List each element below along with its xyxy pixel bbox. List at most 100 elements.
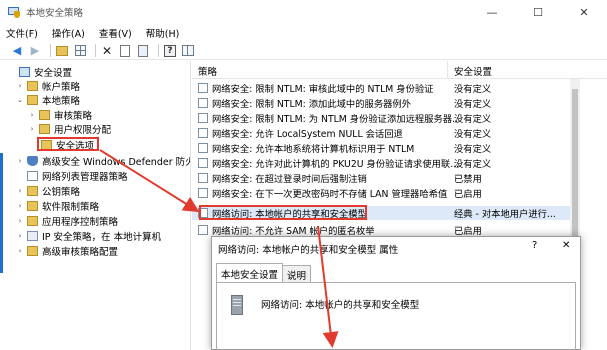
local-security-policy-icon bbox=[8, 6, 20, 18]
policy-name: 网络安全: 在下一次更改密码时不存储 LAN 管理器哈希值 bbox=[212, 189, 448, 200]
tree-item-account-policies[interactable]: › 帐户策略 bbox=[16, 79, 80, 93]
policy-icon bbox=[198, 113, 208, 123]
policy-setting: 已启用 bbox=[454, 189, 482, 200]
tree-item-label: 网络列表管理器策略 bbox=[42, 172, 128, 183]
list-row[interactable]: 网络安全: 允许对此计算机的 PKU2U 身份验证请求使用联... 没有定义 bbox=[192, 156, 572, 170]
expand-arrow-icon[interactable]: › bbox=[16, 217, 24, 225]
expand-arrow-icon[interactable]: › bbox=[16, 202, 24, 210]
expand-arrow-icon[interactable]: › bbox=[16, 157, 24, 165]
list-row[interactable]: 网络安全: 限制 NTLM: 审核此域中的 NTLM 身份验证 没有定义 bbox=[192, 81, 572, 95]
properties-dialog: 网络访问: 本地帐户的共享和安全模型 属性 ? ✕ 本地安全设置 说明 网络访问… bbox=[211, 236, 581, 350]
show-tree-icon[interactable] bbox=[73, 44, 87, 58]
tab-panel: 网络访问: 本地帐户的共享和安全模型 bbox=[216, 282, 576, 350]
toolbar: ◀ ▶ ✕ ? bbox=[0, 42, 607, 60]
expand-arrow-icon[interactable]: › bbox=[16, 247, 24, 255]
tree-item-advanced-audit[interactable]: › 高级审核策略配置 bbox=[16, 244, 118, 258]
policy-name: 网络安全: 限制 NTLM: 添加此域中的服务器例外 bbox=[212, 99, 412, 110]
list-row[interactable]: 网络安全: 在下一次更改密码时不存储 LAN 管理器哈希值 已启用 bbox=[192, 186, 572, 200]
shield-icon bbox=[27, 156, 38, 166]
column-header-setting[interactable]: 安全设置 bbox=[454, 64, 492, 78]
tree-item-label: 高级审核策略配置 bbox=[42, 247, 119, 258]
policy-setting: 没有定义 bbox=[454, 114, 492, 125]
tree-item-label: 公钥策略 bbox=[42, 187, 81, 198]
policy-name: 网络安全: 限制 NTLM: 为 NTLM 身份验证添加远程服务器... bbox=[212, 114, 458, 125]
policy-name: 网络安全: 在超过登录时间后强制注销 bbox=[212, 174, 367, 185]
policy-name: 网络安全: 限制 NTLM: 审核此域中的 NTLM 身份验证 bbox=[212, 84, 434, 95]
toolbar-separator bbox=[95, 44, 96, 57]
toolbar-separator bbox=[50, 44, 51, 57]
window-title: 本地安全策略 bbox=[26, 8, 84, 19]
tree-item-label: 帐户策略 bbox=[42, 82, 81, 93]
tree-item-audit-policy[interactable]: › 审核策略 bbox=[28, 108, 92, 122]
list-row[interactable]: 网络安全: 限制 NTLM: 添加此域中的服务器例外 没有定义 bbox=[192, 96, 572, 110]
menu-action[interactable]: 操作(A) bbox=[52, 26, 85, 40]
folder-icon bbox=[27, 246, 38, 256]
tree-item-local-policies[interactable]: ⌄ 本地策略 bbox=[16, 93, 80, 107]
menu-bar: 文件(F) 操作(A) 查看(V) 帮助(H) bbox=[0, 24, 607, 42]
expand-arrow-icon[interactable]: › bbox=[16, 232, 24, 240]
tree-item-user-rights[interactable]: › 用户权限分配 bbox=[28, 122, 111, 136]
list-row[interactable]: 网络访问: 不允许 SAM 帐户的匿名枚举 已启用 bbox=[192, 223, 572, 237]
list-row[interactable]: 网络安全: 允许本地系统将计算机标识用于 NTLM 没有定义 bbox=[192, 141, 572, 155]
expand-arrow-icon[interactable]: › bbox=[16, 82, 24, 90]
tree-item-defender-firewall[interactable]: › 高级安全 Windows Defender 防火墙 bbox=[16, 154, 190, 168]
folder-icon bbox=[39, 110, 50, 120]
policy-setting: 没有定义 bbox=[454, 99, 492, 110]
panel-icon[interactable] bbox=[181, 44, 195, 58]
expand-arrow-icon[interactable]: › bbox=[28, 111, 36, 119]
dialog-help-button[interactable]: ? bbox=[532, 240, 537, 251]
dialog-policy-name: 网络访问: 本地帐户的共享和安全模型 bbox=[261, 300, 420, 311]
list-row[interactable]: 网络安全: 限制 NTLM: 为 NTLM 身份验证添加远程服务器... 没有定… bbox=[192, 111, 572, 125]
menu-file[interactable]: 文件(F) bbox=[6, 26, 38, 40]
tree-item-app-control[interactable]: › 应用程序控制策略 bbox=[16, 214, 118, 228]
folder-icon bbox=[27, 81, 38, 91]
tab-local-security-setting[interactable]: 本地安全设置 bbox=[216, 263, 284, 283]
policy-setting: 没有定义 bbox=[454, 144, 492, 155]
forward-arrow-icon[interactable]: ▶ bbox=[28, 44, 42, 58]
document-icon bbox=[27, 171, 38, 181]
policy-icon bbox=[198, 83, 208, 93]
dialog-close-button[interactable]: ✕ bbox=[562, 240, 570, 251]
folder-icon bbox=[27, 95, 38, 105]
tree-item-label: 应用程序控制策略 bbox=[42, 217, 119, 228]
folder-up-icon[interactable] bbox=[55, 44, 69, 58]
tree-item-public-key[interactable]: › 公钥策略 bbox=[16, 184, 80, 198]
policy-icon bbox=[198, 98, 208, 108]
help-icon[interactable]: ? bbox=[163, 44, 177, 58]
annotation-highlight-security-options bbox=[37, 137, 99, 151]
column-header-policy[interactable]: 策略 bbox=[198, 64, 217, 78]
close-button[interactable]: ✕ bbox=[561, 0, 607, 24]
policy-icon bbox=[198, 225, 208, 235]
minimize-button[interactable]: — bbox=[469, 0, 515, 24]
policy-icon bbox=[198, 143, 208, 153]
list-row[interactable]: 网络安全: 在超过登录时间后强制注销 已禁用 bbox=[192, 171, 572, 185]
column-divider[interactable] bbox=[447, 61, 448, 79]
policy-setting: 没有定义 bbox=[454, 159, 492, 170]
menu-help[interactable]: 帮助(H) bbox=[146, 26, 180, 40]
tree-item-label: 用户权限分配 bbox=[54, 125, 112, 136]
expand-arrow-icon[interactable]: › bbox=[16, 187, 24, 195]
expand-arrow-icon[interactable]: › bbox=[28, 125, 36, 133]
maximize-button[interactable]: ☐ bbox=[515, 0, 561, 24]
folder-icon bbox=[27, 186, 38, 196]
tree-item-label: 软件限制策略 bbox=[42, 202, 100, 213]
tree-item-ip-security[interactable]: › IP 安全策略，在 本地计算机 bbox=[16, 229, 161, 243]
tree-item-network-list[interactable]: 网络列表管理器策略 bbox=[16, 169, 128, 183]
menu-view[interactable]: 查看(V) bbox=[99, 26, 132, 40]
policy-setting: 已禁用 bbox=[454, 174, 482, 185]
delete-icon[interactable]: ✕ bbox=[100, 44, 114, 58]
collapse-arrow-icon[interactable]: ⌄ bbox=[16, 96, 24, 104]
tree-item-software-restriction[interactable]: › 软件限制策略 bbox=[16, 199, 99, 213]
policy-name: 网络访问: 不允许 SAM 帐户的匿名枚举 bbox=[212, 226, 375, 237]
back-arrow-icon[interactable]: ◀ bbox=[10, 44, 24, 58]
local-security-policy-window: 本地安全策略 — ☐ ✕ 文件(F) 操作(A) 查看(V) 帮助(H) ◀ ▶… bbox=[0, 0, 607, 350]
tree-item-security-settings[interactable]: 安全设置 bbox=[8, 65, 72, 79]
tree-item-label: 安全设置 bbox=[34, 68, 73, 79]
tab-explain[interactable]: 说明 bbox=[283, 265, 312, 283]
tree-item-label: 本地策略 bbox=[42, 96, 81, 107]
properties-icon[interactable] bbox=[118, 44, 132, 58]
list-row[interactable]: 网络安全: 允许 LocalSystem NULL 会话回退 没有定义 bbox=[192, 126, 572, 140]
tree-item-label: 审核策略 bbox=[54, 111, 93, 122]
export-icon[interactable] bbox=[136, 44, 150, 58]
tree-item-label: IP 安全策略，在 本地计算机 bbox=[42, 232, 162, 243]
